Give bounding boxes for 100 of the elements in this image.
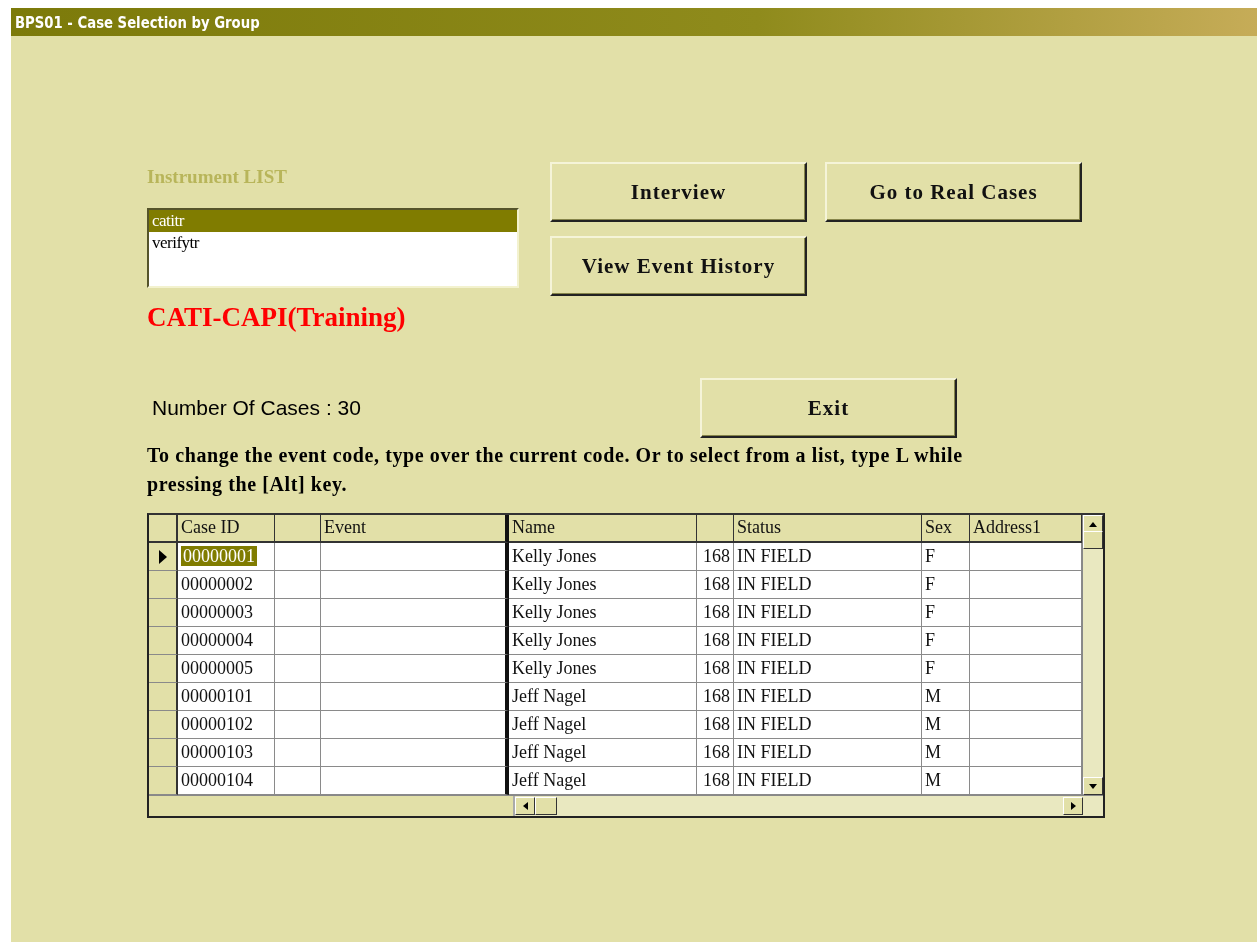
mode-label: CATI-CAPI(Training) (147, 302, 407, 333)
table-cell[interactable] (275, 683, 321, 711)
horizontal-scrollbar[interactable] (515, 796, 1083, 816)
table-cell[interactable] (970, 543, 1082, 571)
table-cell[interactable] (275, 739, 321, 767)
list-item[interactable]: catitr (149, 210, 517, 232)
table-cell: M (922, 767, 970, 795)
vertical-scrollbar[interactable] (1082, 515, 1103, 795)
scroll-right-icon (1070, 802, 1076, 810)
table-cell: 00000002 (178, 571, 275, 599)
instrument-list[interactable]: catitr verifytr (147, 208, 519, 288)
table-cell: 168 (697, 683, 734, 711)
table-cell[interactable] (321, 655, 509, 683)
scroll-down-button[interactable] (1083, 777, 1103, 795)
row-header[interactable] (149, 739, 178, 767)
table-cell[interactable] (321, 543, 509, 571)
table-cell[interactable] (970, 655, 1082, 683)
table-cell: 168 (697, 739, 734, 767)
exit-button[interactable]: Exit (700, 378, 957, 438)
column-header[interactable]: Name (509, 515, 697, 543)
table-cell[interactable] (970, 599, 1082, 627)
table-cell: Kelly Jones (509, 571, 697, 599)
table-cell: Kelly Jones (509, 655, 697, 683)
table-cell[interactable] (321, 739, 509, 767)
table-cell: F (922, 543, 970, 571)
column-header[interactable]: Address1 (970, 515, 1082, 543)
row-header[interactable] (149, 571, 178, 599)
row-header[interactable] (149, 683, 178, 711)
row-header[interactable] (149, 655, 178, 683)
table-cell[interactable] (275, 711, 321, 739)
table-cell: Jeff Nagel (509, 683, 697, 711)
list-label: Instrument LIST (147, 166, 288, 188)
table-cell: 168 (697, 571, 734, 599)
instructions: To change the event code, type over the current code. Or to select from a list, type L while pressing the [Alt] key. (147, 443, 964, 498)
table-cell[interactable] (321, 627, 509, 655)
table-cell: IN FIELD (734, 767, 922, 795)
table-cell: 00000004 (178, 627, 275, 655)
table-cell: IN FIELD (734, 739, 922, 767)
table-cell: 168 (697, 599, 734, 627)
table-cell[interactable] (970, 739, 1082, 767)
row-header[interactable] (149, 627, 178, 655)
column-header[interactable]: Sex (922, 515, 970, 543)
table-cell: 168 (697, 543, 734, 571)
table-cell[interactable] (275, 599, 321, 627)
table-cell[interactable] (970, 627, 1082, 655)
table-cell: M (922, 683, 970, 711)
table-cell[interactable] (970, 711, 1082, 739)
table-cell[interactable]: 00000001 (181, 546, 257, 566)
table-cell[interactable] (321, 683, 509, 711)
column-header[interactable]: Status (734, 515, 922, 543)
table-cell: Jeff Nagel (509, 767, 697, 795)
table-cell: 00000103 (178, 739, 275, 767)
table-cell: F (922, 571, 970, 599)
list-item[interactable]: verifytr (149, 232, 517, 254)
table-cell[interactable] (275, 543, 321, 571)
event-history-button[interactable]: View Event History (550, 236, 807, 296)
column-header[interactable] (697, 515, 734, 543)
table-cell: 00000005 (178, 655, 275, 683)
current-row-icon (158, 549, 167, 564)
table-cell: 00000104 (178, 767, 275, 795)
table-cell[interactable] (321, 711, 509, 739)
scroll-left-button[interactable] (515, 797, 535, 815)
column-header[interactable] (275, 515, 321, 543)
table-cell: Jeff Nagel (509, 739, 697, 767)
scroll-thumb[interactable] (1083, 531, 1103, 549)
window-title: BPS01 - Case Selection by Group (11, 8, 1257, 36)
row-header[interactable] (149, 599, 178, 627)
table-cell: M (922, 711, 970, 739)
scroll-left-icon (522, 802, 528, 810)
table-cell: Jeff Nagel (509, 711, 697, 739)
table-cell: 168 (697, 655, 734, 683)
real-cases-button[interactable]: Go to Real Cases (825, 162, 1082, 222)
table-cell[interactable] (275, 655, 321, 683)
table-cell[interactable] (321, 571, 509, 599)
table-cell[interactable] (321, 599, 509, 627)
table-cell: IN FIELD (734, 627, 922, 655)
table-cell[interactable] (321, 767, 509, 795)
table-cell: 00000101 (178, 683, 275, 711)
table-cell[interactable] (275, 571, 321, 599)
row-header[interactable] (149, 711, 178, 739)
table-cell[interactable] (275, 767, 321, 795)
table-cell: IN FIELD (734, 655, 922, 683)
table-cell: IN FIELD (734, 571, 922, 599)
table-cell[interactable] (970, 683, 1082, 711)
scroll-right-button[interactable] (1063, 797, 1083, 815)
table-cell: F (922, 599, 970, 627)
row-header[interactable] (149, 767, 178, 795)
table-cell: Kelly Jones (509, 627, 697, 655)
row-header[interactable] (149, 543, 178, 571)
column-header[interactable]: Event (321, 515, 509, 543)
table-cell: IN FIELD (734, 711, 922, 739)
table-cell: F (922, 655, 970, 683)
interview-button[interactable]: Interview (550, 162, 807, 222)
table-cell[interactable] (970, 571, 1082, 599)
table-cell: 168 (697, 627, 734, 655)
table-cell[interactable] (970, 767, 1082, 795)
table-cell: IN FIELD (734, 683, 922, 711)
scroll-thumb[interactable] (535, 797, 557, 815)
table-cell[interactable] (275, 627, 321, 655)
column-header[interactable]: Case ID (178, 515, 275, 543)
